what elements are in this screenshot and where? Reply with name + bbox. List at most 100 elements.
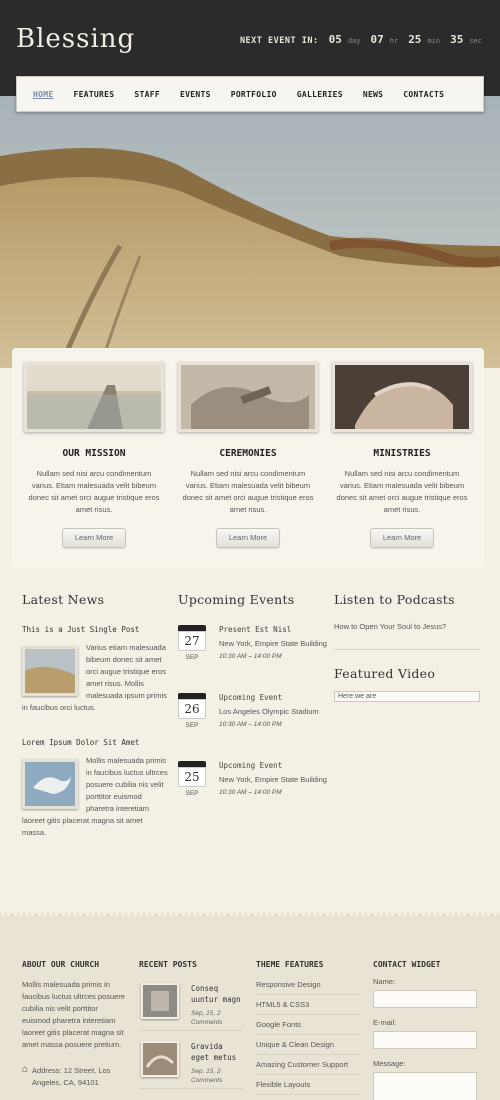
countdown-days: 05: [328, 33, 342, 46]
footer-post-comments[interactable]: Comments: [191, 1018, 222, 1027]
theme-feature-item[interactable]: Responsive Design: [256, 975, 360, 995]
footer-post-thumbnail[interactable]: [141, 1041, 179, 1077]
footer-recent-post[interactable]: Gravida eget metus Sep, 15, 2 Comments: [139, 1037, 243, 1089]
footer-recent-title: RECENT POSTS: [139, 960, 197, 969]
upcoming-events-title: Upcoming Events: [178, 592, 295, 607]
event-details: Upcoming Event Los Angeles Olympic Stadi…: [219, 693, 329, 728]
news-post-thumbnail[interactable]: [22, 646, 78, 696]
footer-thumb-graphic: [143, 1043, 177, 1075]
countdown-label: NEXT EVENT IN:: [239, 36, 319, 46]
nav-galleries[interactable]: GALLERIES: [297, 90, 343, 99]
site-logo[interactable]: Blessing: [16, 24, 135, 54]
nav-features[interactable]: FEATURES: [73, 90, 114, 99]
theme-feature-item[interactable]: Flexible Layouts: [256, 1075, 360, 1095]
contact-name-input[interactable]: [373, 990, 477, 1008]
ministries-learn-more-button[interactable]: Learn More: [370, 528, 434, 548]
event-day: 27: [178, 631, 206, 651]
event-location: New York, Empire State Building: [219, 639, 327, 648]
footer-about-text: Mollis malesuada primis in faucibus luct…: [22, 980, 125, 1049]
featured-video-title: Featured Video: [334, 666, 436, 681]
event-location: Los Angeles Olympic Stadium: [219, 707, 319, 716]
events-list: 27 SEP Present Est Nisl New York, Empire…: [178, 625, 327, 829]
podcast-link[interactable]: How to Open Your Soul to Jesus?: [334, 621, 480, 650]
footer-post-title[interactable]: Conseq uuntur magn: [191, 983, 245, 1005]
nav-home[interactable]: HOME: [33, 90, 53, 99]
event-day: 25: [178, 767, 206, 787]
event-item[interactable]: 25 SEP Upcoming Event New York, Empire S…: [178, 761, 327, 829]
footer-zigzag-edge: [0, 911, 500, 917]
features-panel: OUR MISSION Nullam sed nisi arcu condime…: [12, 348, 484, 568]
news-post-body: Mollis malesuada primis in faucibus luct…: [22, 755, 168, 839]
event-title[interactable]: Upcoming Event: [219, 693, 329, 702]
nav-staff[interactable]: STAFF: [134, 90, 160, 99]
theme-feature-item[interactable]: Amazing Customer Support: [256, 1055, 360, 1075]
nav-portfolio[interactable]: PORTFOLIO: [231, 90, 277, 99]
footer-post-title[interactable]: Gravida eget metus: [191, 1041, 245, 1063]
featured-video-caption[interactable]: Here we are: [334, 691, 480, 702]
footer-address: ⌂ Address: 12 Street, Los Angeles, CA, 9…: [22, 1065, 126, 1089]
home-icon: ⌂: [22, 1064, 29, 1075]
mission-learn-more-button[interactable]: Learn More: [62, 528, 126, 548]
event-item[interactable]: 27 SEP Present Est Nisl New York, Empire…: [178, 625, 327, 693]
feature-ministries: MINISTRIES Nullam sed nisi arcu condimen…: [332, 362, 472, 548]
theme-feature-item[interactable]: HTML5 & CSS3: [256, 995, 360, 1015]
podcasts-title: Listen to Podcasts: [334, 592, 455, 607]
event-title[interactable]: Upcoming Event: [219, 761, 329, 770]
feature-ceremonies: CEREMONIES Nullam sed nisi arcu condimen…: [178, 362, 318, 548]
nav-contacts[interactable]: CONTACTS: [403, 90, 444, 99]
hero-landscape-graphic: [0, 96, 500, 368]
news-post-body: Varius etiam malesuada bibeum donec sit …: [22, 642, 168, 714]
ceremonies-learn-more-button[interactable]: Learn More: [216, 528, 280, 548]
event-time: 10:30 AM – 14:00 PM: [219, 721, 282, 728]
event-countdown: NEXT EVENT IN: 05 day 07 hr 25 min 35 se…: [240, 33, 486, 46]
nav-news[interactable]: NEWS: [363, 90, 383, 99]
calendar-icon: 25 SEP: [178, 761, 206, 801]
footer-about: ABOUT OUR CHURCH Mollis malesuada primis…: [22, 960, 126, 1089]
footer-thumb-graphic: [143, 985, 177, 1017]
nav-events[interactable]: EVENTS: [180, 90, 211, 99]
countdown-seconds-unit: sec: [469, 37, 482, 45]
countdown-minutes-unit: min: [427, 37, 441, 45]
footer-recent-posts: RECENT POSTS Conseq uuntur magn Sep, 15,…: [139, 960, 243, 1095]
footer-post-comments[interactable]: Comments: [191, 1076, 222, 1085]
ceremonies-image[interactable]: [178, 362, 318, 432]
theme-feature-item[interactable]: Unique & Clean Design: [256, 1035, 360, 1055]
feature-mission: OUR MISSION Nullam sed nisi arcu condime…: [24, 362, 164, 548]
footer-recent-post[interactable]: Conseq uuntur magn Sep, 15, 2 Comments: [139, 979, 243, 1031]
footer-post-date-text: Sep, 15, 2: [191, 1010, 221, 1017]
countdown-days-unit: day: [347, 37, 361, 45]
contact-email-label: E-mail:: [373, 1018, 397, 1027]
sidebar-column: Listen to Podcasts How to Open Your Soul…: [334, 592, 480, 702]
site-footer: ABOUT OUR CHURCH Mollis malesuada primis…: [0, 911, 500, 1100]
event-item[interactable]: 26 SEP Upcoming Event Los Angeles Olympi…: [178, 693, 324, 761]
ministries-image[interactable]: [332, 362, 472, 432]
event-title[interactable]: Present Est Nisl: [219, 625, 329, 634]
footer-recent-list: Conseq uuntur magn Sep, 15, 2 Comments G…: [139, 979, 243, 1089]
news-post-title[interactable]: Lorem Ipsum Dolor Sit Amet: [22, 738, 168, 747]
footer-post-date-text: Sep, 15, 2: [191, 1068, 221, 1075]
feature-text: Nullam sed nisi arcu condimentum varius.…: [182, 469, 314, 514]
countdown-seconds: 35: [450, 33, 464, 46]
contact-email-input[interactable]: [373, 1031, 477, 1049]
contact-message-textarea[interactable]: [373, 1072, 477, 1100]
news-post-title[interactable]: This is a Just Single Post: [22, 625, 168, 634]
event-location: New York, Empire State Building: [219, 775, 327, 784]
news-post-thumbnail[interactable]: [22, 759, 78, 809]
contact-message-label: Message:: [373, 1059, 406, 1068]
footer-post-date: Sep, 15, 2 Comments: [191, 1009, 222, 1027]
footer-contact-widget: CONTACT WIDGET Name: E-mail: Message:: [373, 960, 477, 1100]
event-month: SEP: [185, 654, 199, 661]
contact-name-label: Name:: [373, 977, 396, 986]
countdown-hours: 07: [370, 33, 384, 46]
hands-image-graphic: [181, 365, 315, 429]
footer-theme-title: THEME FEATURES: [256, 960, 324, 969]
upcoming-events-column: Upcoming Events 27 SEP Present Est Nisl …: [178, 592, 327, 829]
feature-title: MINISTRIES: [373, 448, 431, 459]
mission-image[interactable]: [24, 362, 164, 432]
footer-post-thumbnail[interactable]: [141, 983, 179, 1019]
news-thumb-graphic: [25, 649, 75, 693]
feature-title: CEREMONIES: [219, 448, 277, 459]
news-post: Lorem Ipsum Dolor Sit Amet Mollis malesu…: [22, 738, 168, 839]
calendar-icon: 27 SEP: [178, 625, 206, 665]
theme-feature-item[interactable]: Google Fonts: [256, 1015, 360, 1035]
